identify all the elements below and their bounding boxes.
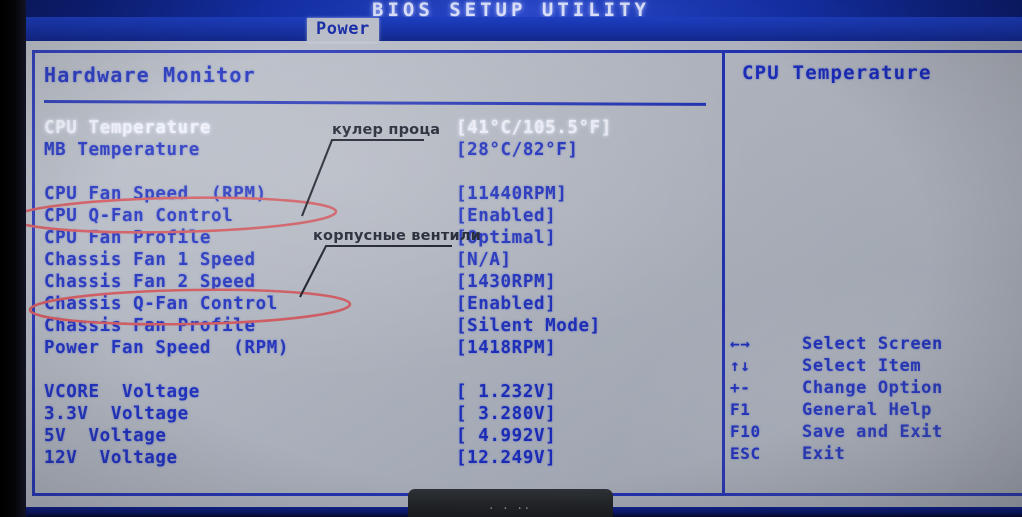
setting-value[interactable]: [1430RPM] [456, 271, 556, 293]
setting-value[interactable]: [ 4.992V] [456, 425, 556, 447]
setting-value[interactable]: [ 3.280V] [456, 403, 556, 425]
legend-action: Select Screen [802, 334, 943, 354]
setting-label[interactable]: CPU Fan Speed (RPM) [44, 183, 267, 205]
setting-value[interactable]: [N/A] [456, 249, 512, 271]
bios-screen: BIOS SETUP UTILITY Power Hardware Monito… [0, 0, 1022, 517]
setting-label[interactable]: Power Fan Speed (RPM) [44, 337, 289, 359]
legend-key: ←→ [730, 334, 751, 353]
legend-action: Select Item [802, 356, 922, 376]
setting-value[interactable]: [Enabled] [456, 293, 556, 315]
bezel-artifact-dots: · · ·· [489, 502, 532, 517]
menu-bar[interactable]: Power [26, 17, 1022, 42]
setting-label[interactable]: Chassis Fan 1 Speed [44, 249, 256, 271]
setting-label[interactable]: Chassis Fan 2 Speed [44, 271, 256, 293]
legend-action: General Help [802, 400, 933, 420]
setting-value[interactable]: [ 1.232V] [456, 381, 556, 403]
setting-label[interactable]: 12V Voltage [44, 447, 178, 469]
legend-action: Save and Exit [802, 422, 943, 442]
setting-label[interactable]: VCORE Voltage [44, 381, 200, 403]
setting-label[interactable]: Chassis Q-Fan Control [44, 293, 278, 315]
legend-key: ESC [730, 444, 761, 463]
setting-value[interactable]: [Enabled] [456, 205, 556, 227]
setting-value[interactable]: [11440RPM] [456, 183, 567, 205]
help-panel-title: CPU Temperature [742, 62, 932, 84]
setting-value[interactable]: [28°C/82°F] [456, 139, 579, 161]
annotation-label-cpu-fan: кулер проца [332, 122, 441, 138]
legend-key: ↑↓ [730, 356, 751, 375]
setting-label[interactable]: Chassis Fan Profile [44, 315, 256, 337]
setting-label[interactable]: 5V Voltage [44, 425, 167, 447]
legend-key: F10 [730, 422, 761, 441]
legend-action: Exit [802, 444, 846, 464]
setting-label[interactable]: CPU Temperature [44, 117, 211, 139]
monitor-bezel-left [0, 0, 26, 517]
setting-label[interactable]: CPU Fan Profile [44, 227, 211, 249]
setting-label[interactable]: 3.3V Voltage [44, 403, 189, 425]
annotation-label-case-fans: корпусные вентили [313, 228, 482, 244]
legend-action: Change Option [802, 378, 943, 398]
setting-value[interactable]: [41°C/105.5°F] [456, 117, 612, 139]
legend-key: F1 [730, 400, 751, 419]
navigation-legend: ←→ Select Screen ↑↓ Select Item +- Change Opt… [730, 333, 943, 465]
setting-label[interactable]: MB Temperature [44, 139, 200, 161]
legend-key: +- [730, 378, 751, 397]
section-title: Hardware Monitor [44, 63, 256, 87]
setting-value[interactable]: [1418RPM] [456, 337, 556, 359]
setting-value[interactable]: [12.249V] [456, 447, 556, 469]
setting-label[interactable]: CPU Q-Fan Control [44, 205, 233, 227]
setting-value[interactable]: [Silent Mode] [456, 315, 601, 337]
bezel-artifact: · · ·· [408, 489, 613, 517]
tab-power[interactable]: Power [307, 18, 379, 42]
